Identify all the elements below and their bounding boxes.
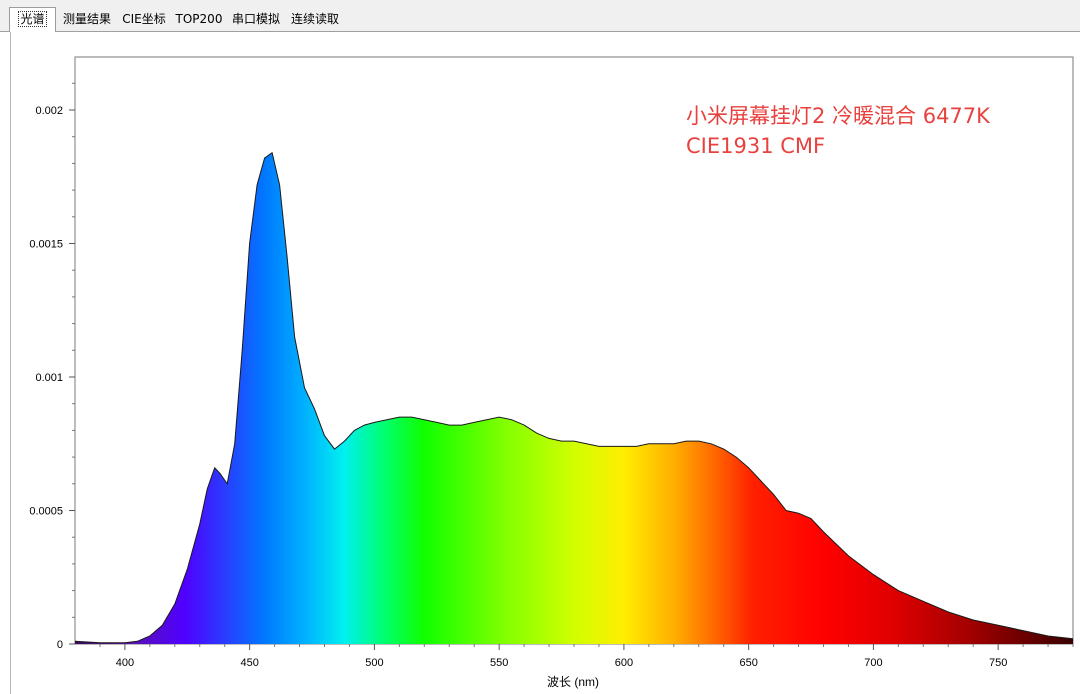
- y-tick-label: 0.002: [35, 105, 63, 117]
- x-tick-label: 700: [864, 657, 882, 669]
- x-tick-label: 400: [116, 657, 134, 669]
- y-tick-label: 0.001: [35, 372, 63, 384]
- y-tick-label: 0: [57, 639, 63, 651]
- x-axis: 400 450 500 550 600 650 700 750: [99, 644, 1074, 669]
- x-axis-label: 波长 (nm): [547, 675, 599, 689]
- y-tick-label: 0.0015: [29, 239, 63, 251]
- x-tick-label: 550: [490, 657, 508, 669]
- annotation-cmf: CIE1931 CMF: [686, 134, 826, 158]
- y-axis: 0 0.0005 0.001 0.0015 0.002: [29, 82, 75, 651]
- x-tick-label: 650: [739, 657, 757, 669]
- tab-label: 光谱: [18, 11, 47, 27]
- annotation-title: 小米屏幕挂灯2 冷暖混合 6477K: [686, 104, 990, 128]
- x-tick-label: 600: [615, 657, 633, 669]
- y-tick-label: 0.0005: [29, 506, 63, 518]
- x-tick-label: 450: [240, 657, 258, 669]
- x-tick-label: 500: [365, 657, 383, 669]
- tab-spectrum[interactable]: 光谱: [9, 7, 56, 32]
- x-tick-label: 750: [989, 657, 1007, 669]
